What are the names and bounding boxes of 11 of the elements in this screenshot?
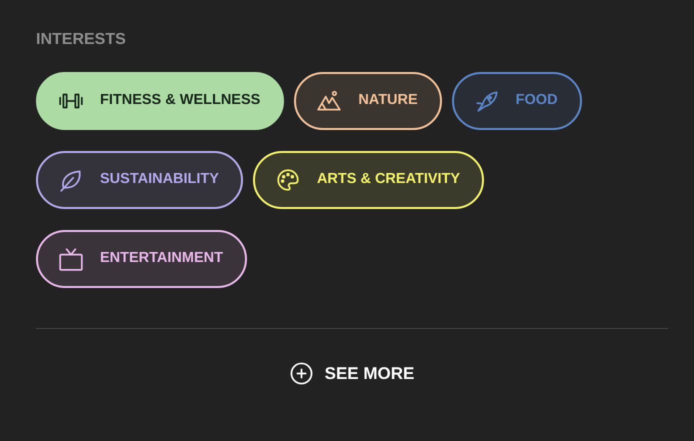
see-more-button[interactable]: SEE MORE (290, 361, 414, 386)
interest-chip[interactable]: FITNESS & WELLNESS (36, 72, 284, 130)
television-icon (58, 246, 84, 272)
interest-chip[interactable]: ARTS & CREATIVITY (252, 151, 484, 209)
section-heading: INTERESTS (36, 30, 127, 50)
interest-chip[interactable]: SUSTAINABILITY (36, 151, 243, 209)
plus-circle-icon (290, 362, 313, 386)
interest-chip[interactable]: FOOD (452, 72, 582, 130)
palette-icon (274, 167, 301, 193)
interest-chip[interactable]: ENTERTAINMENT (36, 230, 247, 288)
interest-chip[interactable]: NATURE (294, 72, 442, 130)
